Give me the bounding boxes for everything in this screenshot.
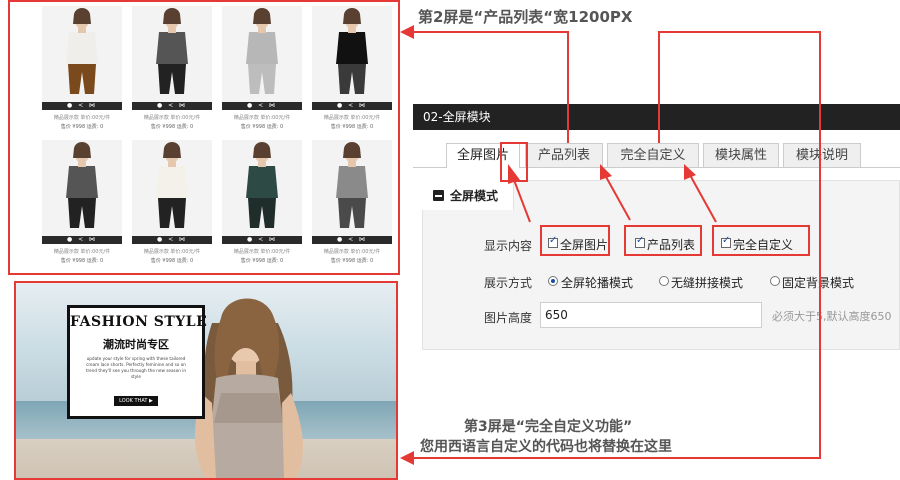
annotation-connectors: [400, 25, 821, 465]
